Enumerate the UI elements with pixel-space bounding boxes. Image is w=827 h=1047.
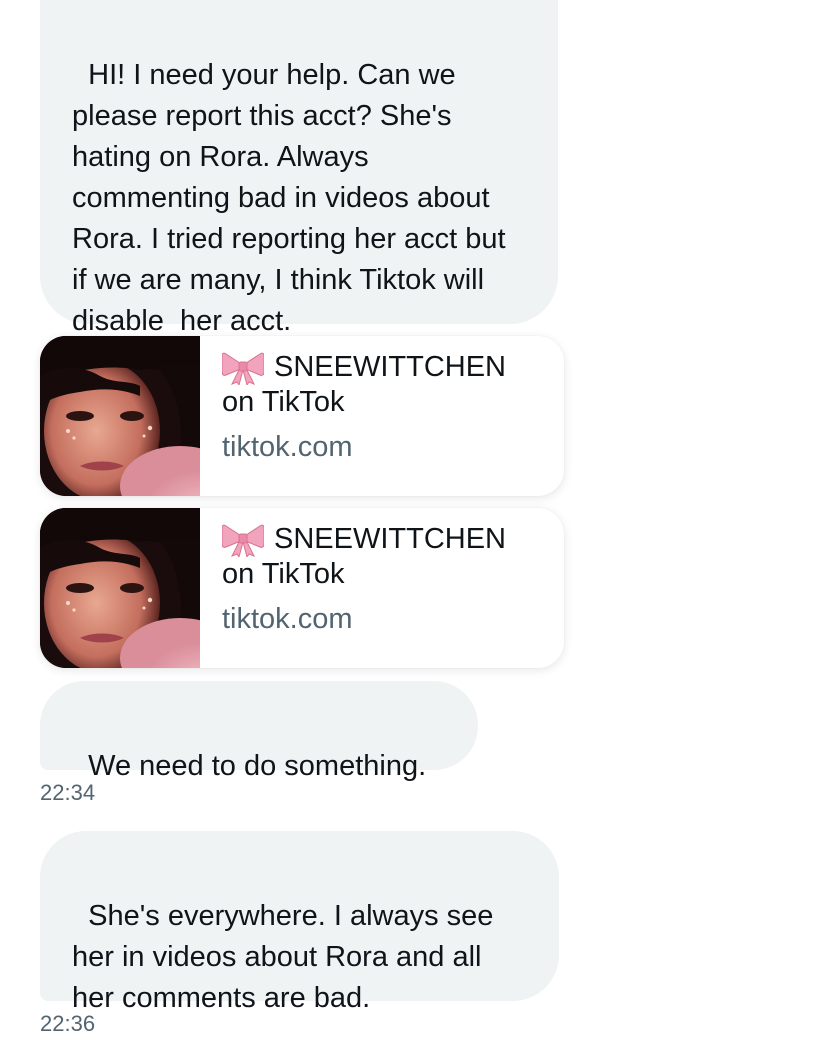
link-preview-domain: tiktok.com [222, 431, 353, 463]
link-preview-subtitle: on TikTok [222, 386, 345, 418]
link-preview-title-line2: on TikTok [222, 385, 564, 420]
message-timestamp: 22:34 [40, 780, 96, 805]
link-preview-card[interactable]: SNEEWITTCHEN on TikTok tiktok.com [40, 336, 564, 496]
ribbon-bow-icon [222, 524, 264, 557]
link-preview-details: SNEEWITTCHEN on TikTok tiktok.com [200, 508, 564, 668]
link-preview-subtitle: on TikTok [222, 558, 345, 590]
message-text: HI! I need your help. Can we please repo… [72, 59, 514, 337]
message-text: She's everywhere. I always see her in vi… [72, 900, 502, 1014]
message-bubble-received[interactable]: HI! I need your help. Can we please repo… [40, 0, 558, 337]
link-preview-card[interactable]: SNEEWITTCHEN on TikTok tiktok.com [40, 508, 564, 668]
link-preview-title-line2: on TikTok [222, 557, 564, 592]
link-preview-title: SNEEWITTCHEN [222, 522, 564, 557]
ribbon-bow-icon [222, 352, 264, 385]
message-bubble-received[interactable]: She's everywhere. I always see her in vi… [40, 831, 559, 1014]
message-bubble-received[interactable]: We need to do something. [40, 681, 478, 782]
link-preview-title-name: SNEEWITTCHEN [274, 351, 506, 383]
link-preview-thumbnail [40, 508, 200, 668]
link-preview-domain: tiktok.com [222, 603, 353, 635]
link-preview-title: SNEEWITTCHEN [222, 350, 564, 385]
link-preview-details: SNEEWITTCHEN on TikTok tiktok.com [200, 336, 564, 496]
link-preview-title-name: SNEEWITTCHEN [274, 523, 506, 555]
message-timestamp: 22:36 [40, 1011, 96, 1036]
message-text: We need to do something. [88, 750, 427, 782]
link-preview-thumbnail [40, 336, 200, 496]
